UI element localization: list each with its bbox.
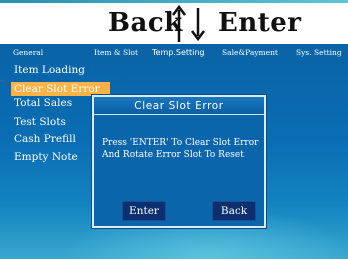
tab-sys-setting[interactable]: Sys. Setting: [296, 48, 342, 57]
menu-item-cash-prefill[interactable]: Cash Prefill: [11, 132, 92, 146]
settings-tab-bar: General Item & Slot Temp.Setting Sale&Pa…: [0, 44, 348, 60]
menu-item-loading[interactable]: Item Loading: [11, 63, 121, 77]
tab-general[interactable]: General: [13, 48, 43, 57]
back-button[interactable]: Back: [212, 201, 256, 221]
banner-strip: [0, 0, 348, 3]
arrow-down-icon: [191, 8, 205, 42]
machine-screen: General Item & Slot Temp.Setting Sale&Pa…: [0, 44, 348, 259]
tab-sale-payment[interactable]: Sale&Payment: [222, 48, 278, 57]
dialog-message: Press 'ENTER' To Clear Slot Error And Ro…: [102, 137, 262, 161]
instruction-banner: Back Enter: [0, 0, 348, 44]
menu-item-total-sales[interactable]: Total Sales: [11, 96, 92, 110]
tab-temp-setting[interactable]: Temp.Setting: [152, 48, 205, 57]
dialog-message-line1: Press 'ENTER' To Clear Slot Error: [102, 138, 259, 148]
enter-button[interactable]: Enter: [122, 201, 166, 221]
menu-item-clear-slot-error[interactable]: Clear Slot Error: [11, 82, 110, 96]
arrow-up-icon: [172, 4, 186, 42]
dialog-title: Clear Slot Error: [94, 97, 264, 115]
menu-item-test-slots[interactable]: Test Slots: [11, 115, 92, 129]
clear-slot-error-dialog: Clear Slot Error Press 'ENTER' To Clear …: [92, 95, 266, 228]
banner-enter-label: Enter: [218, 8, 302, 38]
menu-item-empty-note[interactable]: Empty Note: [11, 150, 92, 164]
tab-item-slot[interactable]: Item & Slot: [94, 48, 138, 57]
dialog-message-line2: And Rotate Error Slot To Reset: [102, 150, 244, 160]
